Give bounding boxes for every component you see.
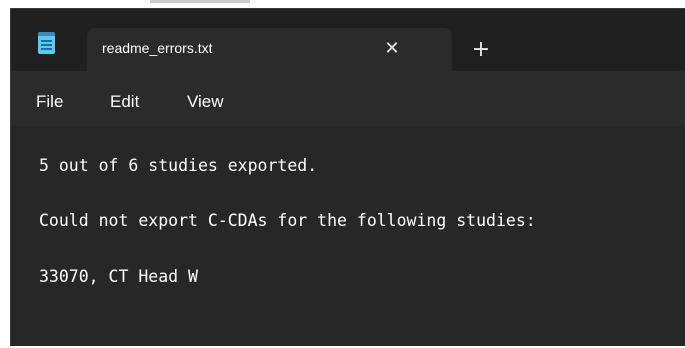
text-editor-area[interactable]: 5 out of 6 studies exported. Could not e… <box>11 126 685 346</box>
tab-readme-errors[interactable]: readme_errors.txt ✕ <box>87 28 452 71</box>
menu-view[interactable]: View <box>187 92 224 112</box>
menu-bar: File Edit View <box>11 71 685 126</box>
background-window-fragment <box>150 0 250 3</box>
title-bar[interactable]: readme_errors.txt ✕ + <box>11 9 685 71</box>
background-window-edge <box>0 0 685 8</box>
notepad-window: readme_errors.txt ✕ + File Edit View 5 o… <box>10 8 685 346</box>
tab-title: readme_errors.txt <box>102 40 213 56</box>
close-tab-icon[interactable]: ✕ <box>377 34 407 64</box>
document-line: Could not export C-CDAs for the followin… <box>39 211 536 230</box>
menu-edit[interactable]: Edit <box>110 92 139 112</box>
icon-line <box>41 40 52 42</box>
new-tab-button[interactable]: + <box>466 35 496 65</box>
icon-line <box>41 48 52 50</box>
notepad-icon <box>38 32 55 54</box>
menu-file[interactable]: File <box>36 92 63 112</box>
document-line: 33070, CT Head W <box>39 267 198 286</box>
icon-line <box>41 44 52 46</box>
document-line: 5 out of 6 studies exported. <box>39 156 318 175</box>
screenshot-frame: readme_errors.txt ✕ + File Edit View 5 o… <box>0 0 685 348</box>
